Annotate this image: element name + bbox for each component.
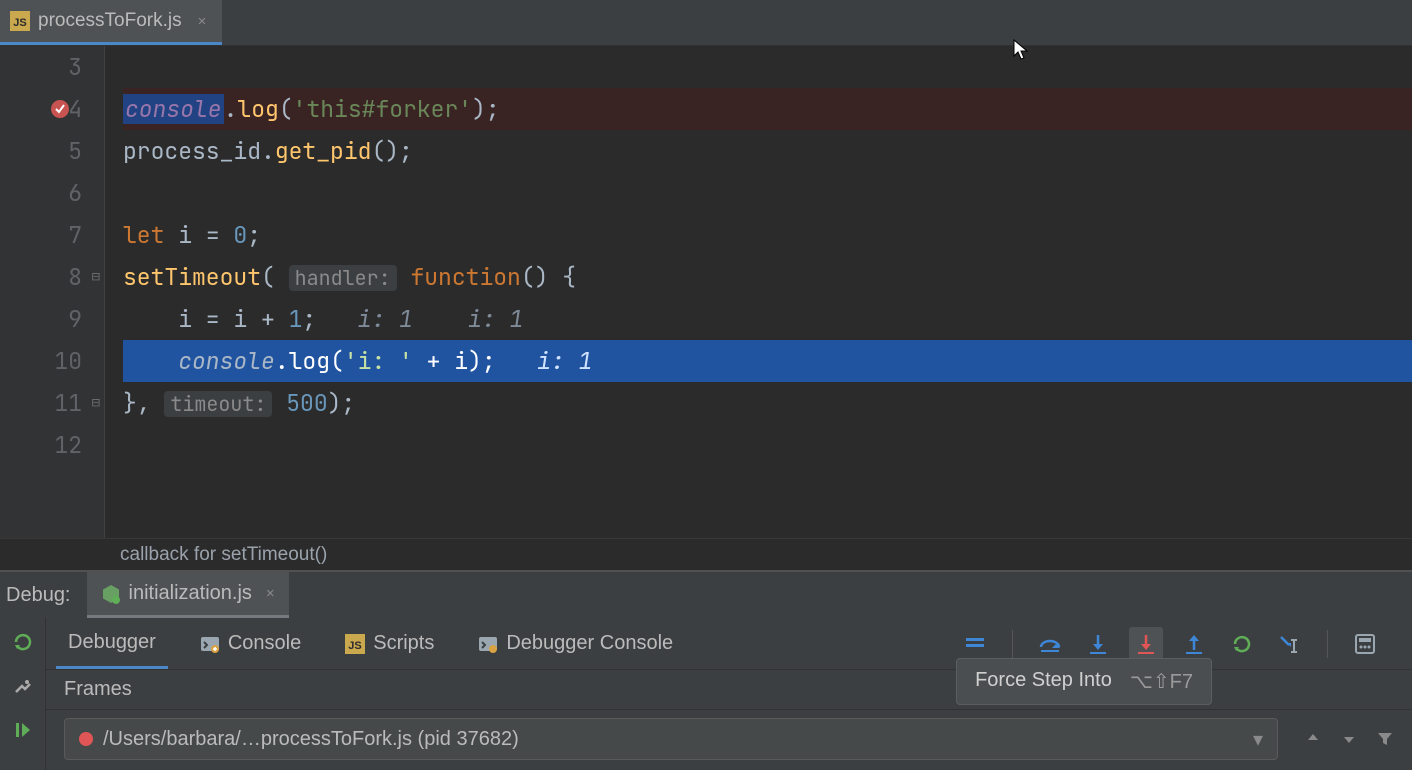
run-config-name: initialization.js [129,582,252,605]
parameter-hint: timeout: [164,391,272,417]
line-number[interactable]: 8 ⊟ [0,256,82,298]
editor-tab[interactable]: JS processToFork.js × [0,0,222,45]
nodejs-icon [101,584,121,604]
code-line[interactable] [123,424,1412,466]
force-step-into-icon[interactable] [1129,627,1163,661]
step-toolbar [958,627,1402,661]
code-line[interactable]: setTimeout( handler: function() { [123,256,1412,298]
next-frame-icon[interactable] [1340,730,1358,748]
line-number[interactable]: 7 [0,214,82,256]
show-execution-point-icon[interactable] [958,627,992,661]
fold-icon[interactable]: ⊟ [92,382,100,424]
code-line[interactable] [123,46,1412,88]
code-line[interactable] [123,172,1412,214]
prev-frame-icon[interactable] [1304,730,1322,748]
tooltip-label: Force Step Into [975,669,1112,694]
frames-thread-combo[interactable]: /Users/barbara/…processToFork.js (pid 37… [64,718,1278,760]
drop-frame-icon[interactable] [1225,627,1259,661]
line-number[interactable]: 9 [0,298,82,340]
mouse-cursor [1012,38,1032,58]
breadcrumb[interactable]: callback for setTimeout() [0,538,1412,570]
tab-debugger[interactable]: Debugger [56,618,168,669]
code-line-current[interactable]: console.log('i: ' + i); i: 1 [123,340,1412,382]
code-line[interactable]: let i = 0; [123,214,1412,256]
settings-icon[interactable] [11,674,35,698]
inline-value: i: 1 [468,304,523,334]
line-number[interactable]: 11 ⊟ [0,382,82,424]
editor-tab-bar: JS processToFork.js × [0,0,1412,46]
thread-status-icon [79,732,93,746]
evaluate-expression-icon[interactable] [1348,627,1382,661]
tooltip-shortcut: ⌥⇧F7 [1130,669,1193,694]
filter-icon[interactable] [1376,730,1394,748]
parameter-hint: handler: [289,265,397,291]
chevron-down-icon: ▾ [1253,727,1263,752]
inline-value: i: 1 [358,304,413,334]
line-number[interactable]: 12 [0,424,82,466]
code-editor: 3 4 5 6 7 8 ⊟ 9 10 11 ⊟ 12 console.log('… [0,46,1412,538]
debug-toolwindow-header: Debug: initialization.js × [0,570,1412,618]
separator [1012,630,1013,658]
rerun-icon[interactable] [11,630,35,654]
run-to-cursor-icon[interactable] [1273,627,1307,661]
js-file-icon: JS [10,11,30,31]
svg-text:JS: JS [13,17,26,29]
line-number[interactable]: 3 [0,46,82,88]
tooltip: Force Step Into ⌥⇧F7 [956,658,1212,705]
line-number[interactable]: 4 [0,88,82,130]
separator [1327,630,1328,658]
tab-scripts[interactable]: JS Scripts [333,618,446,669]
debug-label: Debug: [0,572,87,618]
debugger-main: Debugger Console JS Scripts Debugger Con… [46,618,1412,770]
editor-tab-label: processToFork.js [38,10,182,32]
tab-console[interactable]: Console [188,618,313,669]
code-line[interactable]: }, timeout: 500); [123,382,1412,424]
code-area[interactable]: console.log('this#forker'); process_id.g… [105,46,1412,538]
step-over-icon[interactable] [1033,627,1067,661]
close-icon[interactable]: × [266,585,275,602]
editor-gutter[interactable]: 3 4 5 6 7 8 ⊟ 9 10 11 ⊟ 12 [0,46,105,538]
close-icon[interactable]: × [196,11,209,32]
breakpoint-icon[interactable] [50,99,70,119]
inline-value: i: 1 [537,346,592,376]
js-file-icon: JS [345,634,365,654]
line-number[interactable]: 6 [0,172,82,214]
console-icon [478,634,498,654]
thread-label: /Users/barbara/…processToFork.js (pid 37… [103,728,519,751]
frames-row: Force Step Into ⌥⇧F7 /Users/barbara/…pro… [46,710,1412,768]
code-line[interactable]: console.log('this#forker'); [123,88,1412,130]
debug-side-toolbar [0,618,46,770]
svg-text:JS: JS [349,640,362,652]
debug-run-config-tab[interactable]: initialization.js × [87,572,289,618]
tab-debugger-console[interactable]: Debugger Console [466,618,685,669]
code-line[interactable]: i = i + 1; i: 1 i: 1 [123,298,1412,340]
debugger-panel: Debugger Console JS Scripts Debugger Con… [0,618,1412,770]
line-number[interactable]: 10 [0,340,82,382]
line-number[interactable]: 5 [0,130,82,172]
console-icon [200,634,220,654]
step-out-icon[interactable] [1177,627,1211,661]
fold-icon[interactable]: ⊟ [92,256,100,298]
resume-icon[interactable] [11,718,35,742]
code-line[interactable]: process_id.get_pid(); [123,130,1412,172]
step-into-icon[interactable] [1081,627,1115,661]
